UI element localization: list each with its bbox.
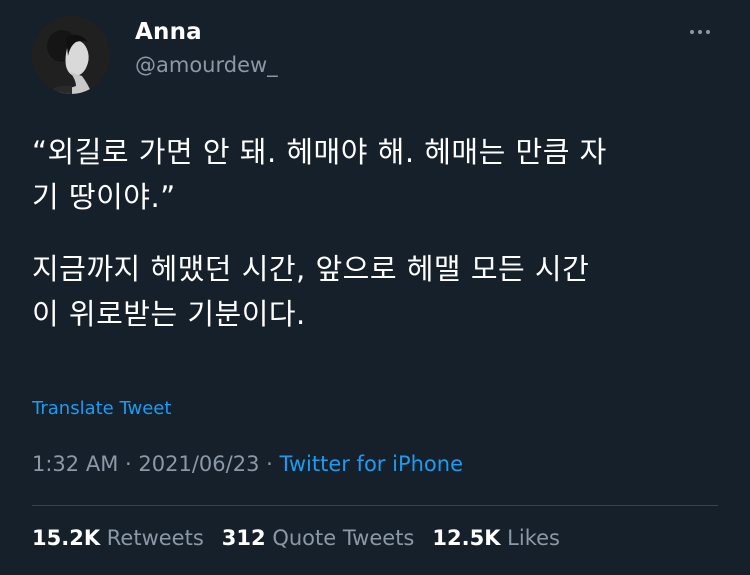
retweets-count: 15.2K <box>32 526 101 550</box>
meta-separator: · <box>266 452 273 476</box>
tweet-metadata: 1:32 AM · 2021/06/23 · Twitter for iPhon… <box>32 452 463 476</box>
tweet-detail: Anna @amourdew_ “외길로 가면 안 돼. 헤매야 해. 헤매는 … <box>0 0 750 575</box>
tweet-source-link[interactable]: Twitter for iPhone <box>280 452 464 476</box>
divider <box>32 505 718 506</box>
avatar[interactable] <box>32 16 110 94</box>
quote-tweets-count: 312 <box>221 526 266 550</box>
likes-count: 12.5K <box>432 526 501 550</box>
retweets-label: Retweets <box>106 526 204 550</box>
tweet-time[interactable]: 1:32 AM <box>32 452 118 476</box>
engagement-stats: 15.2K Retweets 312 Quote Tweets 12.5K Li… <box>32 526 560 550</box>
quote-tweets-label: Quote Tweets <box>272 526 415 550</box>
translate-tweet-link[interactable]: Translate Tweet <box>32 398 171 419</box>
avatar-portrait-icon <box>32 16 110 94</box>
retweets-stat[interactable]: 15.2K Retweets <box>32 526 204 550</box>
likes-stat[interactable]: 12.5K Likes <box>432 526 560 550</box>
tweet-text-paragraph: “외길로 가면 안 돼. 헤매야 해. 헤매는 만큼 자 기 땅이야.” <box>32 135 607 214</box>
more-options-icon[interactable] <box>680 22 720 42</box>
user-handle[interactable]: @amourdew_ <box>135 53 278 77</box>
quote-tweets-stat[interactable]: 312 Quote Tweets <box>222 526 415 550</box>
meta-separator: · <box>125 452 132 476</box>
display-name[interactable]: Anna <box>135 19 202 45</box>
tweet-date[interactable]: 2021/06/23 <box>138 452 259 476</box>
likes-label: Likes <box>507 526 560 550</box>
tweet-text-paragraph: 지금까지 헤맸던 시간, 앞으로 헤맬 모든 시간 이 위로받는 기분이다. <box>32 252 590 331</box>
